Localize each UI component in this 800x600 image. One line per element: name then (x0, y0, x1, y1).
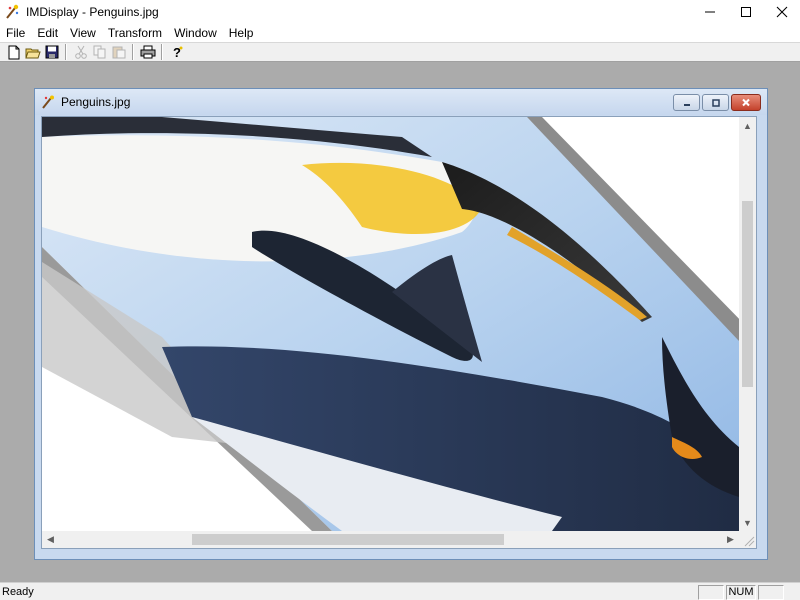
child-restore-button[interactable] (702, 94, 729, 111)
child-window-title: Penguins.jpg (61, 95, 131, 109)
image-canvas[interactable]: ▲ ▼ ◀ ▶ (41, 116, 757, 549)
main-title-bar: IMDisplay - Penguins.jpg (0, 0, 800, 24)
image-document-icon (41, 95, 55, 109)
menu-edit[interactable]: Edit (31, 24, 64, 42)
paste-icon (112, 46, 125, 59)
scroll-down-arrow-icon[interactable]: ▼ (739, 514, 756, 531)
menu-bar: File Edit View Transform Window Help (0, 24, 800, 42)
copy-button[interactable] (90, 44, 109, 61)
cut-icon (74, 45, 87, 59)
status-pane-num: NUM (726, 585, 756, 600)
mdi-client-area: Penguins.jpg ▲ ▼ ◀ ▶ (0, 62, 800, 582)
vertical-scrollbar[interactable]: ▲ ▼ (739, 117, 756, 531)
toolbar: ? (0, 42, 800, 62)
child-minimize-button[interactable] (673, 94, 700, 111)
menu-transform[interactable]: Transform (102, 24, 168, 42)
app-icon (4, 4, 20, 20)
minimize-icon (683, 103, 690, 106)
open-button[interactable] (23, 44, 42, 61)
child-title-bar[interactable]: Penguins.jpg (35, 89, 767, 115)
horizontal-scroll-thumb[interactable] (192, 534, 504, 545)
size-grip-icon[interactable] (739, 531, 756, 548)
scroll-left-arrow-icon[interactable]: ◀ (42, 531, 59, 548)
maximize-icon (741, 7, 751, 17)
help-icon: ? (173, 45, 182, 60)
status-pane-caps (698, 585, 724, 600)
vertical-scroll-thumb[interactable] (742, 201, 753, 387)
save-button[interactable] (42, 44, 61, 61)
cut-button[interactable] (71, 44, 90, 61)
new-button[interactable] (4, 44, 23, 61)
print-icon (140, 45, 155, 59)
window-controls (692, 0, 800, 24)
menu-view[interactable]: View (64, 24, 102, 42)
status-pane-scroll (758, 585, 784, 600)
toolbar-separator (132, 44, 134, 60)
child-close-button[interactable] (731, 94, 761, 111)
new-file-icon (8, 45, 19, 59)
copy-icon (93, 45, 105, 59)
status-bar: Ready NUM (0, 582, 800, 600)
minimize-button[interactable] (692, 0, 728, 24)
child-window-controls (673, 94, 761, 111)
help-button[interactable]: ? (167, 44, 186, 61)
save-icon (45, 45, 58, 59)
paste-button[interactable] (109, 44, 128, 61)
restore-icon (711, 98, 720, 107)
close-button[interactable] (764, 0, 800, 24)
menu-window[interactable]: Window (168, 24, 223, 42)
toolbar-separator (65, 44, 67, 60)
rotated-penguins-image (42, 117, 739, 531)
close-icon (742, 98, 750, 107)
scroll-up-arrow-icon[interactable]: ▲ (739, 117, 756, 134)
app-title: IMDisplay - Penguins.jpg (26, 5, 159, 19)
print-button[interactable] (138, 44, 157, 61)
image-child-window[interactable]: Penguins.jpg ▲ ▼ ◀ ▶ (34, 88, 768, 560)
menu-help[interactable]: Help (223, 24, 260, 42)
horizontal-scrollbar[interactable]: ◀ ▶ (42, 531, 739, 548)
menu-file[interactable]: File (0, 24, 31, 42)
status-text: Ready (2, 586, 34, 598)
open-folder-icon (24, 48, 41, 58)
close-icon (776, 6, 788, 18)
scroll-right-arrow-icon[interactable]: ▶ (722, 531, 739, 548)
toolbar-separator (161, 44, 163, 60)
maximize-button[interactable] (728, 0, 764, 24)
minimize-icon (705, 11, 715, 13)
